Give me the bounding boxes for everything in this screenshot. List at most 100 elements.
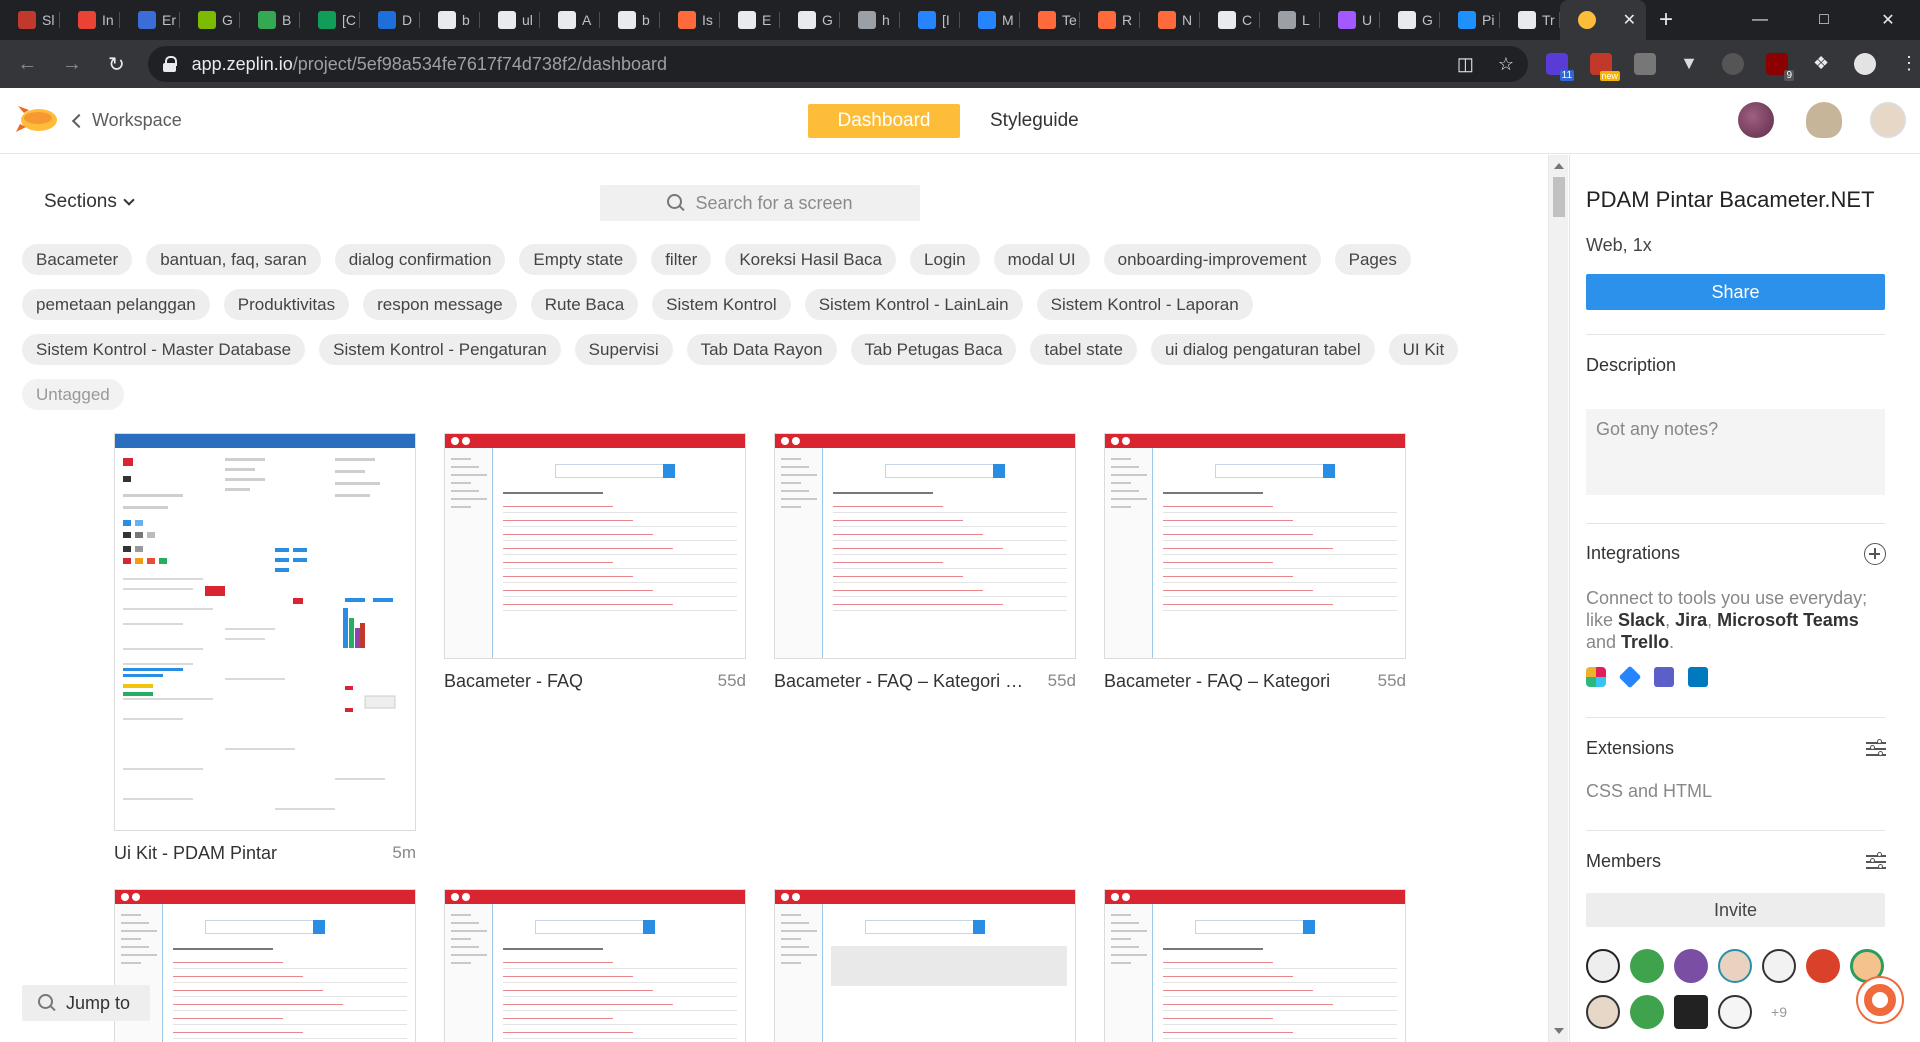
section-tag[interactable]: Sistem Kontrol - LainLain <box>804 289 1023 320</box>
screen-card[interactable]: Ui Kit - PDAM Pintar 5m <box>114 433 416 864</box>
grapes-icon[interactable] <box>1738 102 1774 138</box>
browser-tab[interactable]: b <box>420 0 480 40</box>
section-tag[interactable]: Empty state <box>519 244 638 275</box>
section-tag[interactable]: Rute Baca <box>530 289 639 320</box>
browser-tab[interactable]: C <box>1200 0 1260 40</box>
browser-tab[interactable]: D <box>360 0 420 40</box>
scroll-down-icon[interactable] <box>1554 1028 1564 1034</box>
section-tag[interactable]: ui dialog pengaturan tabel <box>1150 334 1375 365</box>
main-scrollbar[interactable] <box>1548 155 1568 1042</box>
screen-thumbnail[interactable] <box>114 433 416 831</box>
section-tag[interactable]: Tab Data Rayon <box>686 334 837 365</box>
member-avatar[interactable] <box>1718 995 1752 1029</box>
sections-dropdown[interactable]: Sections <box>44 191 135 213</box>
workspace-back-link[interactable]: Workspace <box>71 110 182 131</box>
browser-tab[interactable]: [I <box>900 0 960 40</box>
browser-tab[interactable]: L <box>1260 0 1320 40</box>
help-lifebuoy-icon[interactable] <box>1858 978 1902 1022</box>
section-tag[interactable]: bantuan, faq, saran <box>146 244 321 275</box>
scroll-up-icon[interactable] <box>1554 163 1564 169</box>
member-avatar[interactable] <box>1718 949 1752 983</box>
section-tag[interactable]: pemetaan pelanggan <box>22 289 210 320</box>
zeplin-logo[interactable] <box>14 102 60 138</box>
section-tag[interactable]: Supervisi <box>574 334 673 365</box>
browser-tab[interactable]: ul <box>480 0 540 40</box>
browser-tab[interactable]: E <box>720 0 780 40</box>
screen-card[interactable] <box>444 889 746 1042</box>
screen-thumbnail[interactable] <box>1104 889 1406 1042</box>
notes-input[interactable]: Got any notes? <box>1586 409 1885 495</box>
screen-thumbnail[interactable] <box>444 889 746 1042</box>
browser-tab[interactable]: Er <box>120 0 180 40</box>
notification-bell-icon[interactable] <box>1806 102 1842 138</box>
section-tag[interactable]: Sistem Kontrol - Laporan <box>1036 289 1253 320</box>
address-bar[interactable]: app.zeplin.io/project/5ef98a534fe7617f74… <box>147 46 1529 82</box>
scrollbar-thumb[interactable] <box>1553 177 1565 217</box>
extension-icon[interactable]: new <box>1590 53 1621 81</box>
screen-card[interactable]: Bacameter - FAQ 55d <box>444 433 746 692</box>
screen-thumbnail[interactable] <box>1104 433 1406 659</box>
member-avatar[interactable] <box>1630 995 1664 1029</box>
share-button[interactable]: Share <box>1586 274 1885 310</box>
member-avatar[interactable] <box>1630 949 1664 983</box>
section-tag[interactable]: Bacameter <box>22 244 133 275</box>
screen-card[interactable] <box>1104 889 1406 1042</box>
teams-icon[interactable] <box>1654 667 1674 687</box>
section-tag[interactable]: tabel state <box>1030 334 1137 365</box>
section-tag[interactable]: respon message <box>363 289 517 320</box>
close-tab-icon[interactable]: ✕ <box>1623 10 1636 30</box>
jira-icon[interactable] <box>1618 665 1642 689</box>
extension-icon[interactable]: 11 <box>1546 53 1575 81</box>
browser-tab[interactable]: b <box>600 0 660 40</box>
menu-kebab-icon[interactable]: ⋮ <box>1898 53 1920 75</box>
member-avatar[interactable] <box>1674 949 1708 983</box>
invite-button[interactable]: Invite <box>1586 893 1885 927</box>
screen-search-input[interactable]: Search for a screen <box>600 185 920 221</box>
extension-icon[interactable]: ▼ <box>1678 53 1700 75</box>
screen-thumbnail[interactable] <box>774 433 1076 659</box>
section-tag[interactable]: filter <box>651 244 712 275</box>
browser-tab[interactable]: R <box>1080 0 1140 40</box>
section-tag[interactable]: Sistem Kontrol - Master Database <box>22 334 306 365</box>
maximize-icon[interactable]: □ <box>1792 0 1856 40</box>
section-tag[interactable]: modal UI <box>993 244 1090 275</box>
trello-icon[interactable] <box>1688 667 1708 687</box>
screen-card[interactable]: Bacameter - FAQ – Kategori 55d <box>1104 433 1406 692</box>
section-tag[interactable]: Pages <box>1334 244 1411 275</box>
member-avatar[interactable] <box>1674 995 1708 1029</box>
browser-tab[interactable]: h <box>840 0 900 40</box>
back-icon[interactable]: ← <box>10 53 45 76</box>
new-tab-icon[interactable]: + <box>1646 6 1686 34</box>
section-tag[interactable]: Login <box>909 244 980 275</box>
tab-dashboard[interactable]: Dashboard <box>808 104 960 138</box>
tab-styleguide[interactable]: Styleguide <box>990 110 1079 132</box>
translate-icon[interactable]: ◫ <box>1457 54 1474 75</box>
reload-icon[interactable]: ↻ <box>99 52 134 77</box>
add-integration-icon[interactable] <box>1864 543 1886 565</box>
browser-tab[interactable]: Is <box>660 0 720 40</box>
browser-tab[interactable]: N <box>1140 0 1200 40</box>
section-tag[interactable]: UI Kit <box>1388 334 1459 365</box>
minimize-icon[interactable]: — <box>1728 0 1792 40</box>
browser-tab[interactable]: Pi <box>1440 0 1500 40</box>
forward-icon[interactable]: → <box>55 53 90 76</box>
screen-thumbnail[interactable] <box>774 889 1076 1042</box>
extension-icon[interactable] <box>1634 53 1657 75</box>
screen-card[interactable]: Bacameter - FAQ – Kategori – Master Data… <box>774 433 1076 692</box>
section-tag-untagged[interactable]: Untagged <box>22 379 124 410</box>
screen-card[interactable] <box>114 889 416 1042</box>
member-avatar[interactable] <box>1806 949 1840 983</box>
member-avatar[interactable] <box>1586 949 1620 983</box>
member-avatar[interactable] <box>1586 995 1620 1029</box>
browser-tab[interactable]: G <box>780 0 840 40</box>
section-tag[interactable]: Koreksi Hasil Baca <box>725 244 896 275</box>
browser-tab[interactable]: [C <box>300 0 360 40</box>
bookmark-star-icon[interactable]: ☆ <box>1498 54 1514 75</box>
browser-tab[interactable]: Te <box>1020 0 1080 40</box>
jump-to-button[interactable]: Jump to <box>22 985 150 1021</box>
browser-tab[interactable]: Tr <box>1500 0 1560 40</box>
section-tag[interactable]: Sistem Kontrol <box>652 289 791 320</box>
members-more-count[interactable]: +9 <box>1762 995 1796 1029</box>
browser-tab[interactable]: Sl <box>0 0 60 40</box>
extension-icon[interactable]: 9 <box>1766 53 1795 81</box>
